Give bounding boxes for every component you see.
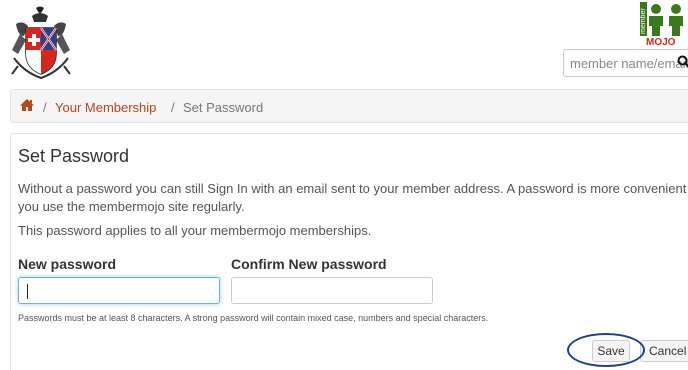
breadcrumb: / Your Membership / Set Password — [10, 89, 688, 123]
club-crest-logo — [11, 6, 71, 80]
password-hint: Passwords must be at least 8 characters.… — [18, 313, 489, 323]
set-password-panel — [10, 133, 688, 370]
cancel-button[interactable]: Cancel — [640, 340, 688, 362]
home-icon[interactable] — [19, 98, 35, 112]
svg-text:MOJO: MOJO — [646, 37, 676, 46]
confirm-password-field[interactable] — [231, 277, 433, 304]
member-search-input[interactable]: member name/email — [563, 49, 688, 77]
text-cursor — [27, 284, 28, 299]
search-icon[interactable] — [677, 55, 688, 69]
confirm-password-label: Confirm New password — [231, 256, 387, 272]
breadcrumb-your-membership-link[interactable]: Your Membership — [55, 100, 156, 115]
search-placeholder: member name/email — [570, 56, 688, 71]
svg-text:member: member — [640, 8, 647, 34]
new-password-field[interactable] — [18, 277, 220, 304]
membermojo-logo: member MOJO — [640, 2, 688, 46]
page-title: Set Password — [18, 146, 130, 166]
breadcrumb-separator: / — [171, 100, 175, 115]
breadcrumb-current: Set Password — [183, 100, 264, 115]
save-button[interactable]: Save — [592, 340, 630, 362]
intro-text: Without a password you can still Sign In… — [18, 181, 688, 214]
breadcrumb-separator: / — [43, 100, 47, 115]
applies-text: This password applies to all your member… — [18, 223, 372, 238]
new-password-label: New password — [18, 256, 117, 272]
